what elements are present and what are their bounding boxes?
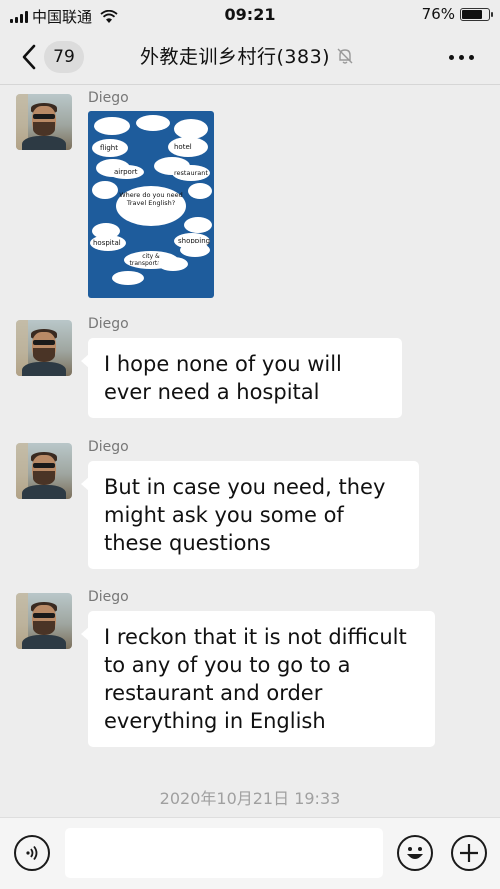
unread-count-badge[interactable]: 79 — [44, 41, 84, 73]
input-bar — [0, 817, 500, 889]
battery-percent: 76% — [421, 5, 455, 23]
emoji-icon[interactable] — [397, 835, 433, 871]
message-input[interactable] — [65, 828, 383, 878]
poster-label-hotel: hotel — [174, 143, 192, 151]
poster-label-flight: flight — [100, 144, 118, 152]
avatar[interactable] — [16, 94, 72, 150]
sender-name: Diego — [88, 439, 129, 455]
sender-name: Diego — [88, 316, 129, 332]
voice-icon[interactable] — [14, 835, 50, 871]
message-bubble[interactable]: I reckon that it is not difficult to any… — [81, 611, 435, 747]
sender-name: Diego — [88, 589, 129, 605]
back-chevron-icon[interactable] — [18, 42, 40, 72]
chat-header: 79 外教走训乡村行(383) — [0, 30, 500, 84]
poster-label-airport: airport — [114, 168, 138, 176]
message-bubble[interactable]: I hope none of you will ever need a hosp… — [81, 338, 402, 418]
header-divider — [0, 84, 500, 85]
timestamp: 2020年10月21日 19:33 — [159, 789, 341, 808]
poster-label-restaurant: restaurant — [174, 169, 208, 177]
mute-bell-icon — [337, 48, 353, 64]
avatar[interactable] — [16, 320, 72, 376]
status-bar: 中国联通 09:21 76% — [0, 0, 500, 30]
avatar[interactable] — [16, 443, 72, 499]
avatar[interactable] — [16, 593, 72, 649]
poster-center-text: Where do you need Travel English? — [116, 186, 186, 226]
battery-icon — [460, 7, 493, 21]
image-message[interactable]: flight hotel airport restaurant Where do… — [88, 111, 214, 298]
message-bubble[interactable]: But in case you need, they might ask you… — [81, 461, 419, 569]
sender-name: Diego — [88, 90, 129, 106]
battery-fill — [462, 9, 482, 19]
battery-group: 76% — [421, 5, 493, 23]
poster-label-hospital: hospital — [93, 239, 121, 247]
chat-title-group: 外教走训乡村行(383) — [140, 42, 354, 69]
more-icon[interactable] — [449, 55, 474, 60]
plus-icon[interactable] — [451, 835, 487, 871]
chat-title: 外教走训乡村行(383) — [140, 46, 331, 68]
